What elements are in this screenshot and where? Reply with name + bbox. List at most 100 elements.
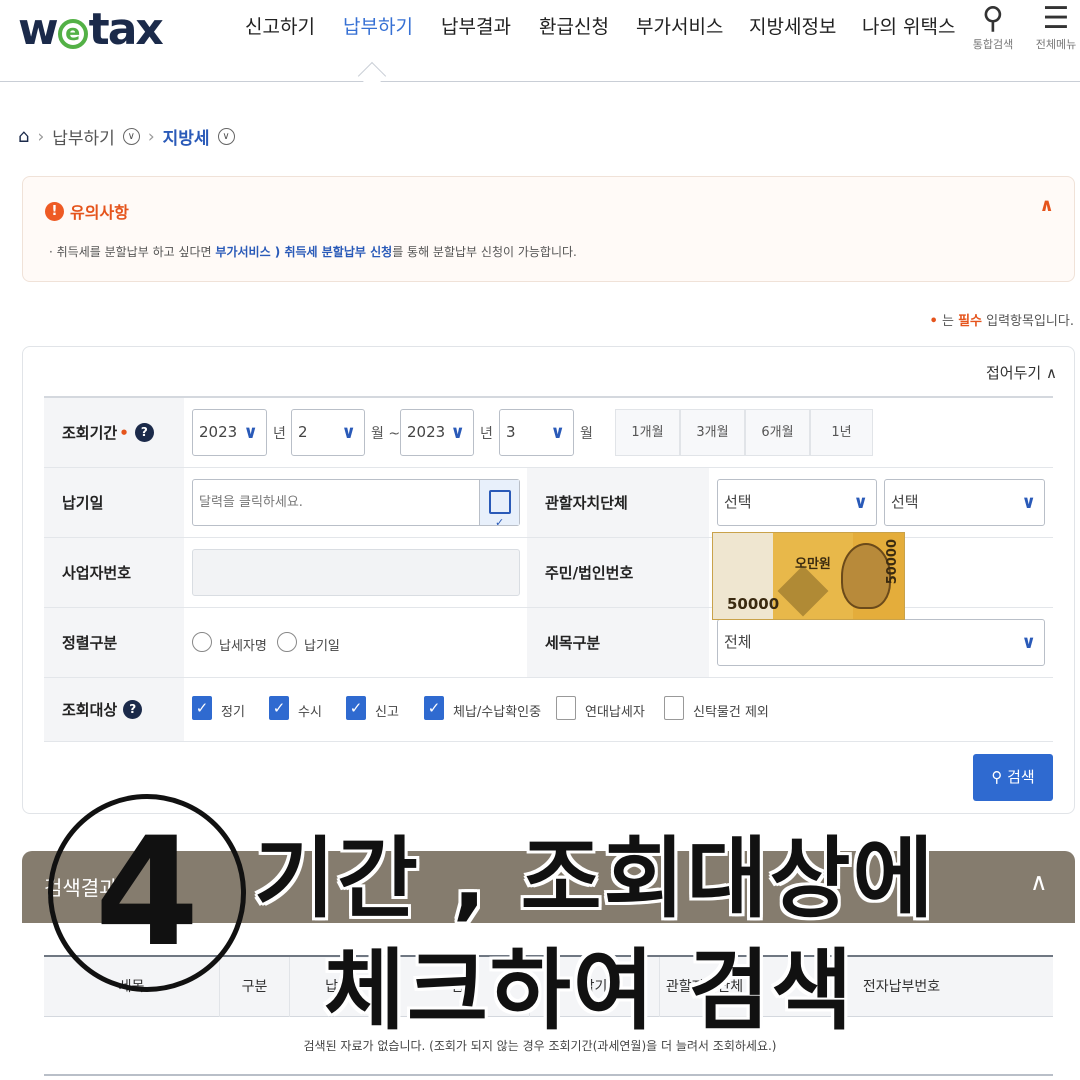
- nav-my-wetax[interactable]: 나의 위택스: [862, 12, 955, 39]
- chevron-down-icon: ∨: [853, 492, 868, 513]
- wetax-logo[interactable]: w e tax: [18, 4, 164, 55]
- pay-date-input[interactable]: 달력을 클릭하세요. ✓: [192, 479, 520, 529]
- required-keyword: 필수: [958, 314, 982, 329]
- period-6-months-button[interactable]: 6개월: [745, 409, 810, 456]
- nav-extra-services[interactable]: 부가서비스: [636, 12, 723, 39]
- search-icon: ⚲: [991, 768, 1008, 786]
- hamburger-icon: ☰: [1042, 1, 1070, 36]
- label-sort: 정렬구분: [44, 608, 184, 677]
- chevron-down-icon: ∨: [450, 422, 465, 443]
- checkbox-arrears-label: 체납/수납확인중: [453, 705, 542, 720]
- home-icon[interactable]: ⌂: [18, 126, 29, 147]
- fold-toggle[interactable]: 접어두기 ∧: [986, 362, 1057, 383]
- caption-line-1: 기간 , 조회대상에: [254, 827, 936, 930]
- logo-letter-e: e: [57, 19, 88, 49]
- notice-title-text: 유의사항: [70, 203, 129, 222]
- required-field-note: • 는 필수 입력항목입니다.: [930, 310, 1074, 329]
- help-icon[interactable]: ?: [123, 700, 143, 719]
- calendar-icon[interactable]: ✓: [479, 480, 519, 529]
- chevron-down-icon[interactable]: ∨: [122, 128, 140, 145]
- search-button[interactable]: ⚲ 검색: [973, 754, 1053, 801]
- search-icon: ⚲: [982, 1, 1004, 36]
- help-icon[interactable]: ?: [134, 423, 154, 442]
- search-button-label: 검색: [1007, 768, 1035, 786]
- end-year-value: 2023: [407, 423, 446, 441]
- row-pay-date: 납기일 달력을 클릭하세요. ✓ 관할자치단체 선택 ∨ 선택 ∨: [44, 468, 1053, 538]
- tax-type-value: 전체: [724, 633, 752, 651]
- end-year-select[interactable]: 2023 ∨: [400, 409, 474, 456]
- caption-line-2: 체크하여 검색: [324, 939, 855, 1042]
- banknote-text: 오만원: [795, 557, 831, 572]
- sort-radio-pay-date[interactable]: [277, 632, 297, 652]
- chevron-down-icon[interactable]: ∨: [217, 128, 235, 145]
- banknote-value: 50000: [727, 595, 780, 613]
- chevron-down-icon: ∨: [341, 422, 356, 443]
- chevron-up-icon[interactable]: ∧: [1030, 868, 1048, 896]
- integrated-search[interactable]: ⚲ 통합검색: [970, 2, 1016, 52]
- label-target-text: 조회대상: [62, 701, 118, 719]
- notice-text-after: 를 통해 분할납부 신청이 가능합니다.: [392, 245, 577, 259]
- end-month-select[interactable]: 3 ∨: [499, 409, 574, 456]
- logo-text-w: w: [18, 4, 59, 55]
- chevron-down-icon: ∨: [243, 422, 258, 443]
- sort-radio-taxpayer[interactable]: [192, 632, 212, 652]
- start-year-value: 2023: [199, 423, 238, 441]
- required-dot: •: [929, 314, 938, 329]
- notice-box: ! 유의사항 ∧ · 취득세를 분할납부 하고 싶다면 부가서비스 ) 취득세 …: [22, 176, 1075, 282]
- checkbox-occasional-label: 수시: [298, 705, 322, 720]
- period-1-year-button[interactable]: 1년: [810, 409, 873, 456]
- checkbox-exclude-trust-label: 신탁물건 제외: [693, 705, 769, 720]
- notice-link[interactable]: 부가서비스 ) 취득세 분할납부 신청: [215, 245, 392, 259]
- banknote-image: 오만원 50000 50000: [712, 532, 905, 620]
- row-target: 조회대상? ✓ 정기 ✓ 수시 ✓ 신고 ✓ 체납/수납확인중 연대납세자 신탁…: [44, 678, 1053, 742]
- chevron-down-icon: ∨: [550, 422, 565, 443]
- portrait-decoration: [841, 543, 891, 609]
- checkbox-regular[interactable]: ✓: [192, 696, 212, 720]
- full-menu[interactable]: ☰ 전체메뉴: [1032, 2, 1080, 52]
- notice-title: ! 유의사항: [45, 199, 129, 223]
- checkbox-occasional[interactable]: ✓: [269, 696, 289, 720]
- jurisdiction-select-2-value: 선택: [891, 493, 919, 511]
- unit-month-tilde: 월 ~: [371, 426, 401, 442]
- sort-option-pay-date: 납기일: [304, 639, 340, 654]
- table-bottom-divider: [44, 1074, 1053, 1076]
- checkbox-exclude-trust[interactable]: [664, 696, 684, 720]
- jurisdiction-select-1[interactable]: 선택 ∨: [717, 479, 877, 526]
- breadcrumb-local-tax[interactable]: 지방세: [163, 124, 210, 149]
- nav-payment[interactable]: 납부하기: [343, 12, 413, 39]
- label-tax-type: 세목구분: [527, 608, 709, 677]
- label-target: 조회대상?: [44, 678, 184, 741]
- checkbox-arrears[interactable]: ✓: [424, 696, 444, 720]
- tax-type-select[interactable]: 전체 ∨: [717, 619, 1045, 666]
- jurisdiction-select-2[interactable]: 선택 ∨: [884, 479, 1045, 526]
- checkbox-regular-label: 정기: [221, 705, 245, 720]
- business-no-input: [192, 549, 520, 596]
- period-3-months-button[interactable]: 3개월: [680, 409, 745, 456]
- label-resident-no: 주민/법인번호: [527, 538, 709, 607]
- breadcrumb-separator: ›: [147, 126, 155, 147]
- breadcrumb-payment[interactable]: 납부하기: [52, 124, 115, 149]
- start-month-value: 2: [298, 423, 308, 441]
- checkbox-report[interactable]: ✓: [346, 696, 366, 720]
- logo-text-tax: tax: [88, 4, 164, 55]
- nav-refund[interactable]: 환급신청: [539, 12, 609, 39]
- unit-year: 년: [273, 426, 286, 442]
- nav-payment-result[interactable]: 납부결과: [441, 12, 511, 39]
- nav-local-tax-info[interactable]: 지방세정보: [749, 12, 836, 39]
- start-month-select[interactable]: 2 ∨: [291, 409, 365, 456]
- nav-report[interactable]: 신고하기: [245, 12, 315, 39]
- jurisdiction-select-1-value: 선택: [724, 493, 752, 511]
- row-period: 조회기간 •? 2023 ∨ 년 2 ∨ 월 ~ 2023 ∨ 년 3 ∨ 월 1개월 3…: [44, 398, 1053, 468]
- chevron-down-icon: ∨: [1021, 632, 1036, 653]
- start-year-select[interactable]: 2023 ∨: [192, 409, 267, 456]
- exclamation-icon: !: [45, 201, 64, 221]
- chevron-up-icon[interactable]: ∧: [1039, 195, 1054, 216]
- step-number: 4: [94, 806, 200, 980]
- notice-text-before: · 취득세를 분할납부 하고 싶다면: [49, 245, 216, 259]
- label-business-no: 사업자번호: [44, 538, 184, 607]
- integrated-search-label: 통합검색: [972, 38, 1014, 51]
- period-1-month-button[interactable]: 1개월: [615, 409, 680, 456]
- pay-date-placeholder: 달력을 클릭하세요.: [199, 495, 303, 510]
- checkbox-joint-taxpayer[interactable]: [556, 696, 576, 720]
- breadcrumb: ⌂ › 납부하기 ∨ › 지방세 ∨: [18, 124, 235, 149]
